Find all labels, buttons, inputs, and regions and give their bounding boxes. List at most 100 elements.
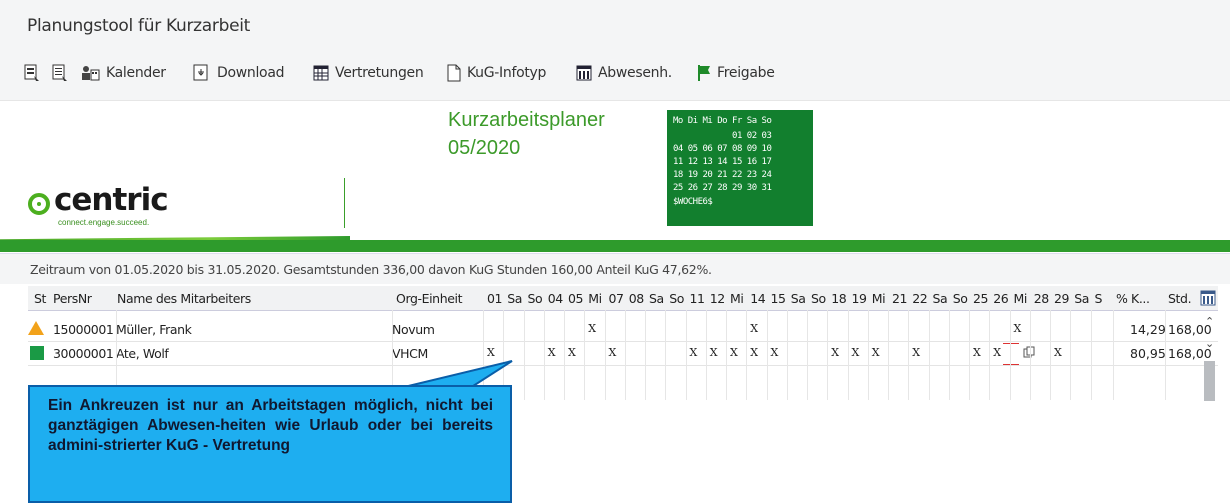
kug-infotyp-button[interactable]: KuG-Infotyp [447, 62, 546, 84]
grid-line [969, 310, 970, 400]
day-mark[interactable]: X [771, 346, 779, 359]
col-day[interactable]: 04 [548, 291, 564, 306]
day-mark[interactable]: X [872, 346, 880, 359]
col-day[interactable]: 21 [892, 291, 908, 306]
day-mark[interactable]: X [690, 346, 698, 359]
freigabe-button[interactable]: Freigabe [697, 62, 775, 84]
col-day[interactable]: Mi [730, 291, 744, 306]
col-day[interactable]: 08 [629, 291, 645, 306]
day-mark[interactable]: X [710, 346, 718, 359]
table-row[interactable]: 30000001 Ate, Wolf VHCM XXXXXXXXXXXXXXXX… [28, 342, 1218, 366]
grid-line [948, 310, 950, 400]
header-divider [344, 178, 345, 228]
row-name: Ate, Wolf [116, 346, 169, 361]
col-day[interactable]: Sa [1074, 291, 1089, 306]
day-mark[interactable]: X [1054, 346, 1062, 359]
col-org[interactable]: Org-Einheit [396, 291, 462, 306]
calendar-footer: $WOCHE6$ [673, 197, 713, 207]
grid-line [584, 310, 586, 400]
abwesenheiten-button[interactable]: Abwesenh. [576, 62, 672, 84]
ok-status-icon [30, 346, 44, 360]
day-mark[interactable]: X [852, 346, 860, 359]
table-row[interactable]: 15000001 Müller, Frank Novum XXX 14,29 1… [28, 318, 1218, 342]
col-day[interactable]: So [669, 291, 684, 306]
day-mark[interactable]: X [730, 346, 738, 359]
scroll-down-icon[interactable]: ⌄ [1205, 337, 1214, 350]
col-day[interactable]: So [528, 291, 543, 306]
day-mark[interactable]: X [750, 346, 758, 359]
col-day[interactable]: Mi [872, 291, 886, 306]
col-day[interactable]: 14 [750, 291, 766, 306]
vertretungen-button[interactable]: Vertretungen [313, 62, 424, 84]
day-mark[interactable]: X [993, 346, 1001, 359]
grid-line [807, 310, 808, 400]
deselect-icon [52, 64, 67, 81]
col-day[interactable]: Sa [791, 291, 806, 306]
col-day[interactable]: 12 [710, 291, 726, 306]
day-mark[interactable]: X [912, 346, 920, 359]
row-name: Müller, Frank [116, 322, 192, 337]
scroll-up-icon[interactable]: ⌃ [1205, 315, 1214, 328]
col-day[interactable]: 11 [690, 291, 706, 306]
grid-line [786, 310, 788, 400]
col-name[interactable]: Name des Mitarbeiters [117, 291, 251, 306]
focused-cell[interactable] [1003, 343, 1019, 365]
col-day[interactable]: 18 [831, 291, 847, 306]
col-day[interactable]: 15 [771, 291, 787, 306]
grid-line [543, 310, 545, 400]
day-mark[interactable]: X [548, 346, 556, 359]
day-mark[interactable]: X [831, 346, 839, 359]
select-all-button[interactable] [24, 62, 40, 84]
col-day[interactable]: Sa [933, 291, 948, 306]
title-bar: Planungstool für Kurzarbeit [0, 0, 1230, 44]
vertical-scrollbar[interactable]: ⌃ ⌄ [1203, 313, 1217, 403]
col-day[interactable]: Sa [507, 291, 522, 306]
col-day[interactable]: 01 [487, 291, 503, 306]
day-mark[interactable]: X [609, 346, 617, 359]
logo-tagline: connect.engage.succeed. [58, 218, 150, 227]
col-std[interactable]: Std. [1168, 291, 1192, 306]
day-mark[interactable]: X [973, 346, 981, 359]
col-day[interactable]: 05 [568, 291, 584, 306]
calendar-button[interactable]: Kalender [80, 62, 166, 84]
mini-calendar[interactable]: Mo Di Mi Do Fr Sa So 01 02 03 04 05 06 0… [667, 110, 813, 226]
col-day[interactable]: So [953, 291, 968, 306]
col-day[interactable]: 19 [852, 291, 868, 306]
col-day[interactable]: S [1095, 291, 1103, 306]
col-day[interactable]: So [811, 291, 826, 306]
day-mark[interactable]: X [568, 346, 576, 359]
day-mark[interactable]: X [1014, 322, 1022, 335]
day-mark[interactable]: X [487, 346, 495, 359]
table-icon [313, 65, 329, 81]
day-mark[interactable]: X [588, 322, 596, 335]
grid-line [908, 310, 910, 400]
col-day[interactable]: 29 [1054, 291, 1070, 306]
col-st[interactable]: St [34, 291, 46, 306]
col-day[interactable]: 07 [609, 291, 625, 306]
grid-line [867, 310, 869, 400]
grid-line [1029, 310, 1031, 400]
day-mark[interactable]: X [750, 322, 758, 335]
download-button[interactable]: Download [193, 62, 285, 84]
summary-bar: Zeitraum von 01.05.2020 bis 31.05.2020. … [0, 253, 1230, 284]
col-day[interactable]: 26 [993, 291, 1009, 306]
row-pct: 80,95 [1130, 346, 1166, 361]
scroll-thumb[interactable] [1204, 361, 1215, 401]
deselect-button[interactable] [52, 62, 68, 84]
col-day[interactable]: 25 [973, 291, 989, 306]
grid-line [1090, 310, 1092, 400]
col-day[interactable]: Mi [588, 291, 602, 306]
col-pct[interactable]: % K... [1116, 291, 1150, 306]
table-header: St PersNr Name des Mitarbeiters Org-Einh… [28, 286, 1218, 311]
grid-line [1050, 310, 1051, 400]
col-day[interactable]: 28 [1034, 291, 1050, 306]
col-day[interactable]: Mi [1014, 291, 1028, 306]
col-persnr[interactable]: PersNr [53, 291, 92, 306]
column-settings-icon[interactable] [1200, 290, 1216, 306]
grid-line [989, 310, 991, 400]
logo-mark [28, 193, 50, 215]
col-day[interactable]: 22 [912, 291, 928, 306]
grid-line [847, 310, 849, 400]
row-persnr: 15000001 [53, 322, 114, 337]
col-day[interactable]: Sa [649, 291, 664, 306]
